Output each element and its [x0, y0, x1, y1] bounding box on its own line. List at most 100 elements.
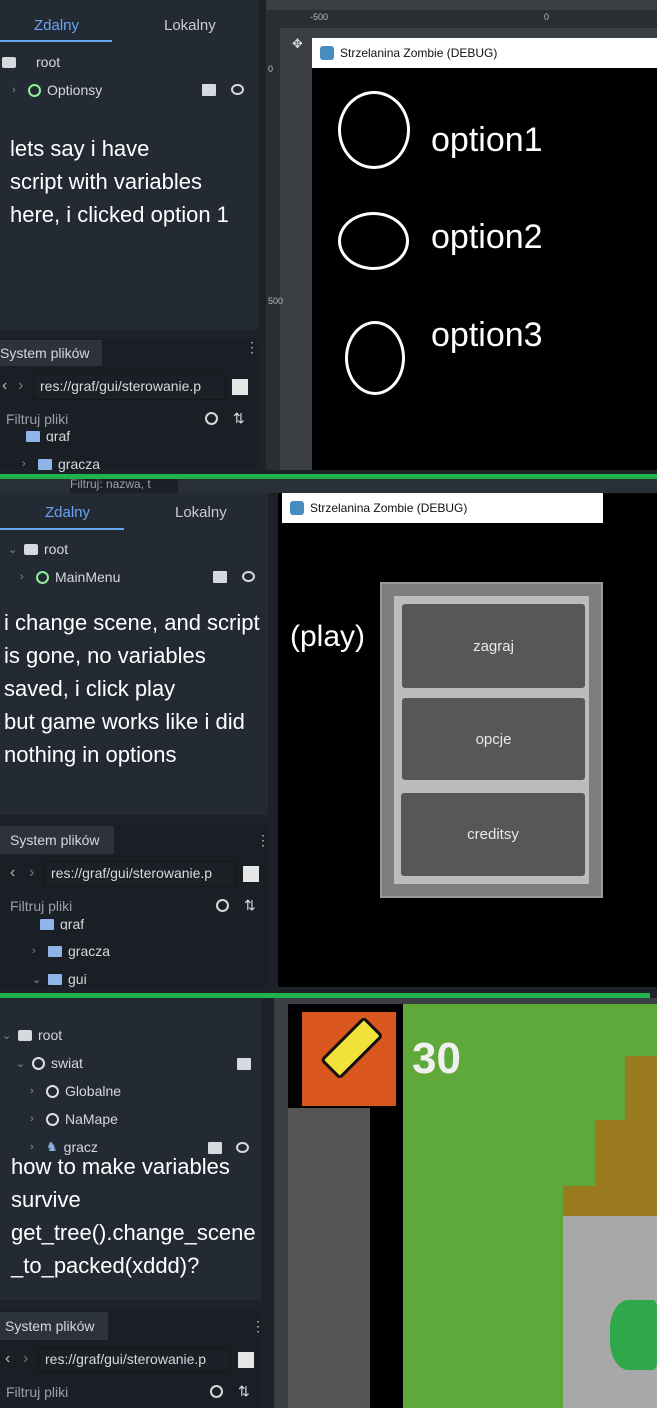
window-title: Strzelanina Zombie (DEBUG)	[310, 501, 468, 515]
tab-remote-1[interactable]: Zdalny	[34, 17, 79, 34]
sort-icon[interactable]: ⇅	[244, 897, 256, 914]
toggle-split-icon[interactable]	[243, 866, 259, 882]
annotation-note-2: i change scene, and script is gone, no v…	[4, 610, 260, 767]
credits-button[interactable]: creditsy	[401, 793, 585, 876]
node2d-icon	[46, 1084, 59, 1098]
folder-label: gui	[68, 971, 87, 987]
toggle-split-icon[interactable]	[238, 1352, 254, 1368]
nav-back-icon[interactable]: ‹	[5, 1350, 10, 1368]
folder-graf-1[interactable]: graf	[26, 430, 70, 442]
clapper-icon[interactable]	[237, 1058, 251, 1070]
chevron-down-icon[interactable]: ⌄	[2, 1029, 12, 1042]
filter-files-input-3[interactable]: Filtruj pliki	[0, 1380, 231, 1406]
godot-app-icon	[290, 501, 304, 515]
chevron-right-icon[interactable]: ›	[30, 1113, 40, 1125]
folder-gui-2[interactable]: ⌄ gui	[32, 971, 87, 987]
tree-label: root	[44, 541, 69, 557]
clapper-icon[interactable]	[202, 84, 216, 96]
tree-row-swiat[interactable]: ⌄ swiat	[16, 1055, 83, 1071]
tab-active-underline-1	[0, 40, 112, 42]
folder-icon	[48, 945, 62, 957]
chevron-right-icon[interactable]: ›	[20, 571, 30, 583]
tree-row-root-3[interactable]: ⌄ root	[2, 1027, 62, 1043]
filesystem-tab-1[interactable]: System plików	[0, 340, 102, 366]
tree-row-optionsy[interactable]: › Optionsy	[12, 82, 102, 98]
chevron-down-icon[interactable]: ⌄	[8, 543, 18, 556]
chevron-right-icon[interactable]: ›	[32, 945, 42, 957]
folder-icon	[40, 918, 54, 930]
left-wall-strip	[288, 1108, 370, 1408]
tree-label: MainMenu	[55, 569, 121, 585]
play-button[interactable]: zagraj	[402, 604, 585, 688]
clapper-icon[interactable]	[213, 571, 227, 583]
folder-icon	[26, 430, 40, 442]
tab-local-1[interactable]: Lokalny	[164, 17, 216, 34]
folder-label: gracza	[58, 456, 101, 472]
nav-back-icon[interactable]: ‹	[10, 864, 15, 882]
search-icon	[205, 412, 218, 425]
filter-files-input-2[interactable]: Filtruj pliki	[4, 894, 237, 920]
option3-label: option3	[431, 316, 543, 354]
node-root-icon	[2, 56, 16, 68]
folder-gracza-1[interactable]: › gracza	[22, 456, 100, 472]
tab-remote-2[interactable]: Zdalny	[45, 504, 90, 521]
ruler-label: 500	[268, 296, 284, 306]
ammo-count: 30	[412, 1034, 461, 1083]
chevron-right-icon[interactable]: ›	[12, 84, 22, 96]
move-handle-icon[interactable]: ✥	[292, 36, 303, 52]
tree-label: Globalne	[65, 1083, 122, 1099]
tree-row-mainmenu[interactable]: › MainMenu	[20, 569, 120, 585]
folder-label: graf	[46, 430, 71, 442]
chevron-right-icon[interactable]: ›	[30, 1085, 40, 1097]
kebab-menu-icon[interactable]: ⋮	[245, 340, 259, 354]
tree-row-globalne[interactable]: › Globalne	[30, 1083, 121, 1099]
path-input-2[interactable]: res://graf/gui/sterowanie.p	[44, 861, 237, 887]
path-input-1[interactable]: res://graf/gui/sterowanie.p	[33, 374, 226, 400]
tree-row-root-2[interactable]: ⌄ root	[8, 541, 68, 557]
game-window-titlebar-2[interactable]: Strzelanina Zombie (DEBUG)	[282, 493, 603, 523]
nav-back-icon[interactable]: ‹	[2, 377, 7, 395]
top-filter-input-2[interactable]: Filtruj: nazwa, t	[70, 479, 178, 493]
chevron-right-icon[interactable]: ›	[22, 458, 32, 470]
window-title: Strzelanina Zombie (DEBUG)	[340, 46, 498, 60]
path-input-3[interactable]: res://graf/gui/sterowanie.p	[38, 1347, 231, 1373]
filesystem-tab-3[interactable]: System plików	[0, 1312, 108, 1340]
godot-app-icon	[320, 46, 334, 60]
option1-radio[interactable]	[338, 91, 410, 169]
chevron-down-icon[interactable]: ⌄	[32, 973, 42, 986]
sort-icon[interactable]: ⇅	[233, 410, 245, 427]
folder-icon	[38, 458, 52, 470]
tab-active-underline-2	[0, 528, 124, 530]
folder-label: graf	[60, 918, 85, 930]
annotation-note-1: lets say i have script with variables he…	[10, 136, 229, 227]
kebab-menu-icon[interactable]: ⋮	[256, 832, 270, 849]
tree-label: NaMape	[65, 1111, 118, 1127]
nav-forward-icon[interactable]: ›	[23, 1350, 28, 1368]
tree-row-root-1[interactable]: root	[2, 54, 60, 70]
toggle-split-icon[interactable]	[232, 379, 248, 395]
nav-forward-icon[interactable]: ›	[18, 377, 23, 395]
tree-label: root	[36, 54, 61, 70]
ruler-label: 0	[268, 64, 274, 74]
folder-gracza-2[interactable]: › gracza	[32, 943, 110, 959]
tree-label: Optionsy	[47, 82, 103, 98]
options-button[interactable]: opcje	[402, 698, 585, 780]
visibility-eye-icon[interactable]	[242, 571, 255, 582]
visibility-eye-icon[interactable]	[231, 84, 244, 95]
option2-radio[interactable]	[338, 212, 409, 270]
folder-graf-2[interactable]: graf	[40, 918, 84, 930]
tree-row-namape[interactable]: › NaMape	[30, 1111, 118, 1127]
nav-forward-icon[interactable]: ›	[29, 864, 34, 882]
game-window-titlebar-1[interactable]: Strzelanina Zombie (DEBUG)	[312, 38, 657, 68]
filesystem-tab-2[interactable]: System plików	[0, 826, 114, 854]
tab-local-2[interactable]: Lokalny	[175, 504, 227, 521]
search-icon	[210, 1385, 223, 1398]
chevron-down-icon[interactable]: ⌄	[16, 1057, 26, 1070]
option3-radio[interactable]	[345, 321, 405, 395]
tree-label: swiat	[51, 1055, 83, 1071]
node2d-icon	[32, 1056, 45, 1070]
tree-label: root	[38, 1027, 63, 1043]
sort-icon[interactable]: ⇅	[238, 1383, 250, 1400]
node2d-icon	[46, 1112, 59, 1126]
kebab-menu-icon[interactable]: ⋮	[251, 1318, 265, 1335]
